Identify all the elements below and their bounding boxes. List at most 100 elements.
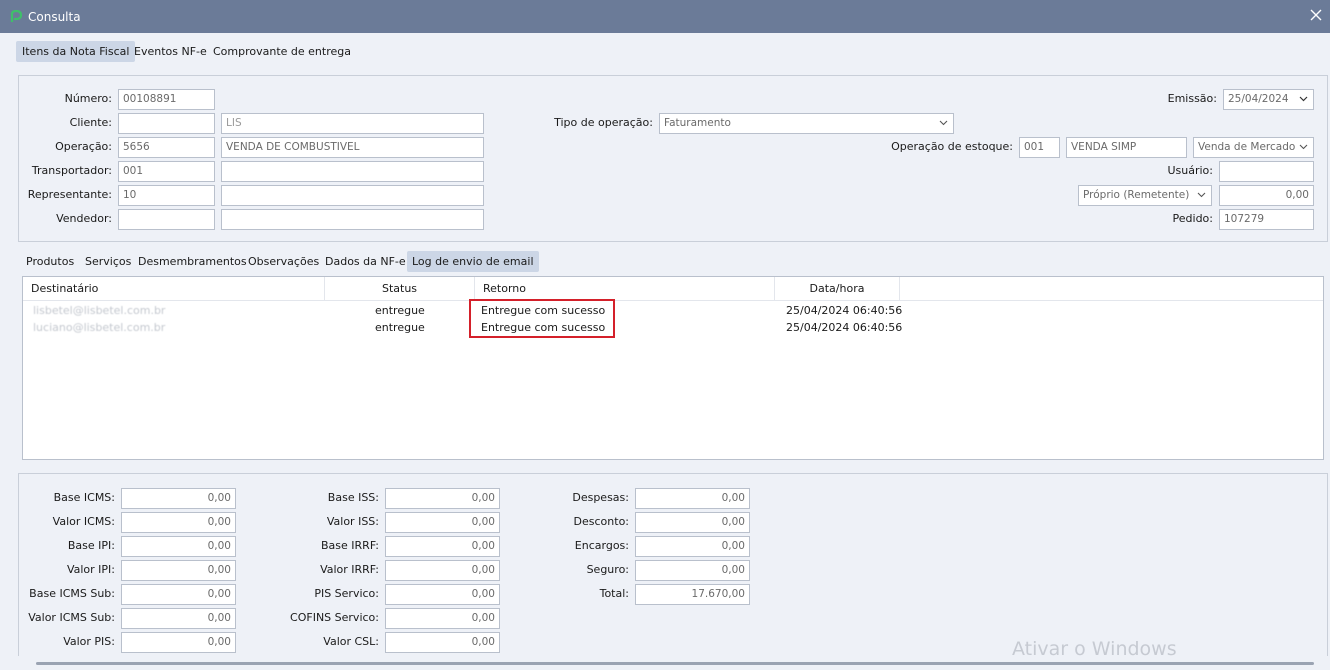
- base-iss-label: Base ISS:: [327, 491, 379, 504]
- proprio-amount-field[interactable]: 0,00: [1219, 185, 1314, 206]
- valor-pis-label: Valor PIS:: [63, 635, 115, 648]
- operacao-code-field[interactable]: 5656: [118, 137, 215, 158]
- valor-pis-field[interactable]: 0,00: [121, 632, 236, 653]
- email-log-grid: Destinatário Status Retorno Data/hora li…: [22, 276, 1324, 460]
- total-field[interactable]: 17.670,00: [635, 584, 750, 605]
- base-irrf-field[interactable]: 0,00: [385, 536, 500, 557]
- subtab-observacoes[interactable]: Observações: [243, 251, 324, 272]
- column-header-data-hora[interactable]: Data/hora: [775, 277, 900, 301]
- column-header-status[interactable]: Status: [325, 277, 475, 301]
- chevron-down-icon: [939, 120, 948, 126]
- proprio-select[interactable]: Próprio (Remetente): [1078, 185, 1212, 206]
- valor-iss-label: Valor ISS:: [326, 515, 379, 528]
- chevron-down-icon: [1197, 192, 1206, 198]
- usuario-label: Usuário:: [1167, 164, 1213, 177]
- proprio-value: Próprio (Remetente): [1083, 189, 1190, 201]
- tab-eventos-nfe[interactable]: Eventos NF-e: [128, 41, 213, 62]
- valor-iss-field[interactable]: 0,00: [385, 512, 500, 533]
- valor-ipi-label: Valor IPI:: [66, 563, 115, 576]
- base-icms-sub-field[interactable]: 0,00: [121, 584, 236, 605]
- numero-field[interactable]: 00108891: [118, 89, 215, 110]
- valor-icms-sub-field[interactable]: 0,00: [121, 608, 236, 629]
- despesas-field[interactable]: 0,00: [635, 488, 750, 509]
- vendedor-name-field[interactable]: [221, 209, 484, 230]
- app-logo-icon: [10, 10, 23, 22]
- row-status: entregue: [375, 321, 425, 334]
- despesas-label: Despesas:: [572, 491, 629, 504]
- tab-itens-nota-fiscal[interactable]: Itens da Nota Fiscal: [16, 41, 136, 62]
- valor-csl-label: Valor CSL:: [323, 635, 379, 648]
- subtab-servicos[interactable]: Serviços: [80, 251, 136, 272]
- tab-comprovante-entrega[interactable]: Comprovante de entrega: [207, 41, 357, 62]
- horizontal-scrollbar[interactable]: [0, 656, 1330, 670]
- transportador-code-field[interactable]: 001: [118, 161, 215, 182]
- transportador-label: Transportador:: [31, 164, 112, 177]
- base-ipi-field[interactable]: 0,00: [121, 536, 236, 557]
- representante-name-field[interactable]: [221, 185, 484, 206]
- operacao-name-field[interactable]: VENDA DE COMBUSTIVEL: [221, 137, 484, 158]
- close-icon[interactable]: [1308, 7, 1324, 23]
- cofins-servico-field[interactable]: 0,00: [385, 608, 500, 629]
- vendedor-label: Vendedor:: [56, 212, 112, 225]
- base-icms-field[interactable]: 0,00: [121, 488, 236, 509]
- scrollbar-thumb[interactable]: [36, 662, 1314, 665]
- base-ipi-label: Base IPI:: [67, 539, 115, 552]
- valor-icms-label: Valor ICMS:: [52, 515, 115, 528]
- transportador-name-field[interactable]: [221, 161, 484, 182]
- emissao-date-picker[interactable]: 25/04/2024: [1223, 89, 1314, 110]
- vendedor-code-field[interactable]: [118, 209, 215, 230]
- encargos-label: Encargos:: [574, 539, 629, 552]
- subtab-log-envio-email[interactable]: Log de envio de email: [407, 251, 539, 272]
- pedido-field[interactable]: 107279: [1219, 209, 1314, 230]
- subtab-produtos[interactable]: Produtos: [21, 251, 79, 272]
- total-label: Total:: [599, 587, 629, 600]
- row-destinatario: luciano@lisbetel.com.br: [33, 321, 166, 334]
- operacao-estoque-name-field[interactable]: VENDA SIMP: [1066, 137, 1187, 158]
- operacao-estoque-type-value: Venda de Mercado: [1198, 141, 1296, 153]
- emissao-label: Emissão:: [1167, 92, 1217, 105]
- column-header-destinatario[interactable]: Destinatário: [23, 277, 325, 301]
- column-header-retorno[interactable]: Retorno: [475, 277, 775, 301]
- tipo-operacao-value: Faturamento: [664, 117, 731, 129]
- valor-ipi-field[interactable]: 0,00: [121, 560, 236, 581]
- subtab-dados-nfe[interactable]: Dados da NF-e: [320, 251, 411, 272]
- usuario-field[interactable]: [1219, 161, 1314, 182]
- grid-header: Destinatário Status Retorno Data/hora: [23, 277, 1323, 301]
- window-title: Consulta: [28, 10, 81, 24]
- highlight-box: [469, 299, 615, 338]
- desconto-field[interactable]: 0,00: [635, 512, 750, 533]
- seguro-field[interactable]: 0,00: [635, 560, 750, 581]
- cliente-code-field[interactable]: [118, 113, 215, 134]
- pis-servico-field[interactable]: 0,00: [385, 584, 500, 605]
- cliente-label: Cliente:: [69, 116, 112, 129]
- cofins-servico-label: COFINS Servico:: [290, 611, 379, 624]
- representante-code-field[interactable]: 10: [118, 185, 215, 206]
- base-icms-label: Base ICMS:: [53, 491, 115, 504]
- row-data-hora: 25/04/2024 06:40:56: [786, 304, 903, 317]
- operacao-estoque-type-select[interactable]: Venda de Mercado: [1193, 137, 1314, 158]
- valor-csl-field[interactable]: 0,00: [385, 632, 500, 653]
- numero-label: Número:: [64, 92, 112, 105]
- encargos-field[interactable]: 0,00: [635, 536, 750, 557]
- tipo-operacao-label: Tipo de operação:: [554, 116, 653, 129]
- valor-irrf-field[interactable]: 0,00: [385, 560, 500, 581]
- row-destinatario: lisbetel@lisbetel.com.br: [33, 304, 166, 317]
- seguro-label: Seguro:: [586, 563, 629, 576]
- subtab-desmembramentos[interactable]: Desmembramentos: [133, 251, 252, 272]
- row-data-hora: 25/04/2024 06:40:56: [786, 321, 903, 334]
- valor-icms-sub-label: Valor ICMS Sub:: [28, 611, 115, 624]
- chevron-down-icon: [1299, 96, 1308, 102]
- chevron-down-icon: [1299, 144, 1308, 150]
- base-iss-field[interactable]: 0,00: [385, 488, 500, 509]
- operacao-label: Operação:: [55, 140, 112, 153]
- operacao-estoque-code-field[interactable]: 001: [1019, 137, 1060, 158]
- representante-label: Representante:: [27, 188, 112, 201]
- valor-icms-field[interactable]: 0,00: [121, 512, 236, 533]
- emissao-value: 25/04/2024: [1228, 93, 1289, 105]
- base-icms-sub-label: Base ICMS Sub:: [29, 587, 115, 600]
- operacao-estoque-label: Operação de estoque:: [891, 140, 1013, 153]
- tipo-operacao-select[interactable]: Faturamento: [659, 113, 954, 134]
- cliente-name-field[interactable]: LIS: [221, 113, 484, 134]
- title-bar: Consulta: [0, 0, 1330, 33]
- desconto-label: Desconto:: [573, 515, 629, 528]
